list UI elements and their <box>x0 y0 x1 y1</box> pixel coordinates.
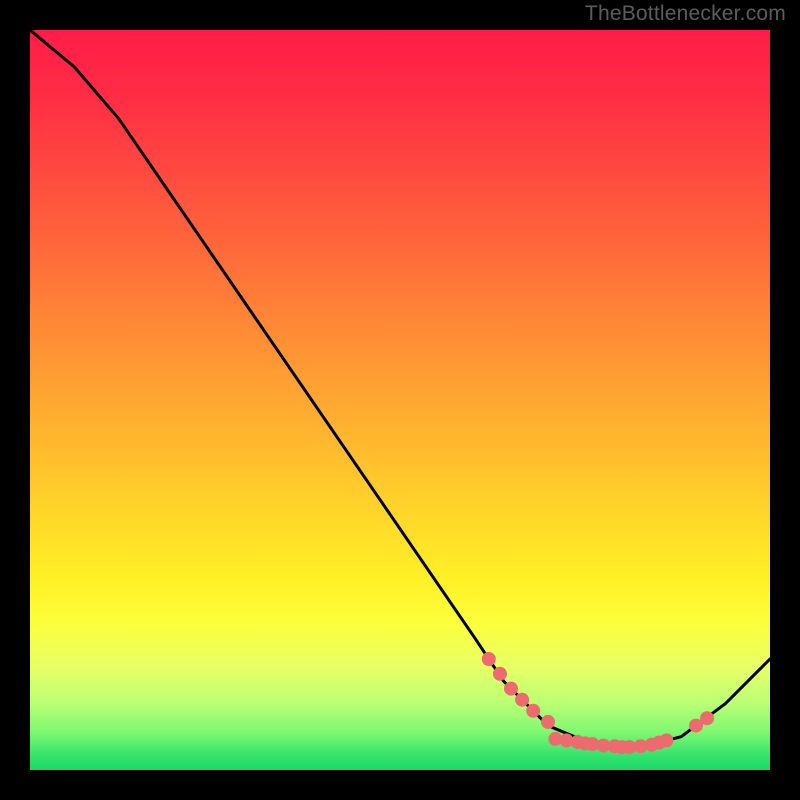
data-markers <box>482 652 714 754</box>
data-marker <box>515 693 529 707</box>
data-marker <box>493 667 507 681</box>
data-marker <box>700 711 714 725</box>
bottleneck-curve <box>30 30 770 748</box>
chart-svg <box>30 30 770 770</box>
data-marker <box>504 682 518 696</box>
chart-plot-area <box>30 30 770 770</box>
attribution-text: TheBottlenecker.com <box>585 2 786 26</box>
data-marker <box>659 733 673 747</box>
data-marker <box>526 704 540 718</box>
data-marker <box>541 715 555 729</box>
data-marker <box>482 652 496 666</box>
